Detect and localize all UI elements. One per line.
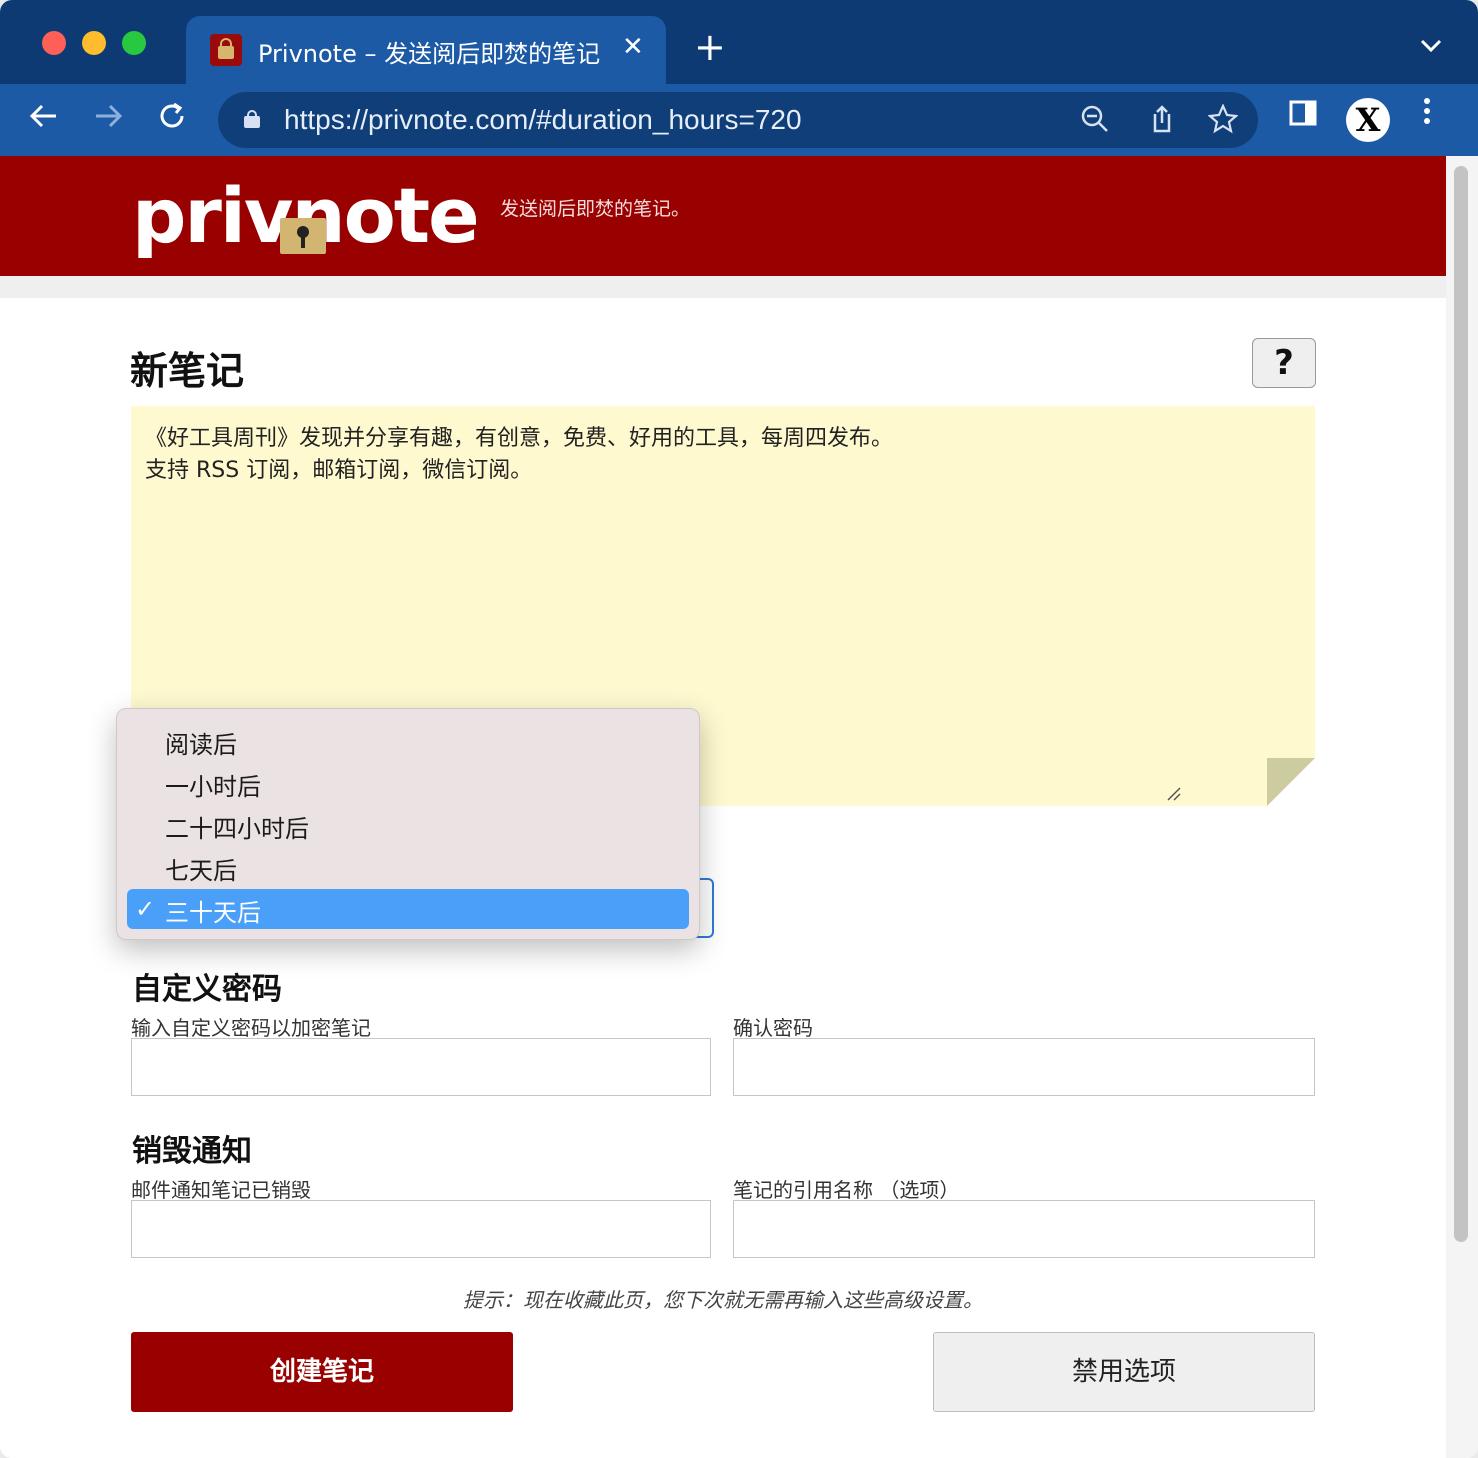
reference-name-input[interactable] [733, 1200, 1315, 1258]
password-label: 输入自定义密码以加密笔记 [131, 1016, 371, 1040]
checkmark-icon: ✓ [135, 895, 156, 923]
create-note-button[interactable]: 创建笔记 [131, 1332, 513, 1412]
address-bar[interactable]: https://privnote.com/#duration_hours=720 [218, 92, 1258, 148]
notify-section-title: 销毁通知 [132, 1134, 252, 1169]
expiry-option-selected[interactable]: ✓ 三十天后 [127, 889, 689, 929]
share-icon[interactable] [1146, 104, 1176, 141]
tab-search-chevron-icon[interactable] [1420, 34, 1442, 59]
reference-name-label: 笔记的引用名称 （选项） [733, 1178, 960, 1202]
expiry-dropdown-menu[interactable]: 阅读后 一小时后 二十四小时后 七天后 ✓ 三十天后 [116, 708, 700, 940]
browser-tab[interactable]: Privnote – 发送阅后即焚的笔记 ✕ [186, 16, 666, 84]
forward-icon[interactable] [92, 100, 124, 141]
back-icon[interactable] [28, 100, 60, 141]
expiry-option[interactable]: 阅读后 [127, 721, 689, 761]
kebab-menu-icon[interactable] [1422, 96, 1432, 134]
tab-close-icon[interactable]: ✕ [622, 32, 644, 62]
notify-email-input[interactable] [131, 1200, 711, 1258]
password-section-title: 自定义密码 [132, 972, 282, 1007]
site-header: privnote 发送阅后即焚的笔记。 [0, 156, 1446, 276]
confirm-password-label: 确认密码 [733, 1016, 813, 1040]
star-icon[interactable] [1207, 103, 1239, 141]
header-divider [0, 276, 1446, 298]
url-text[interactable]: https://privnote.com/#duration_hours=720 [284, 104, 802, 136]
x-extension-icon[interactable]: X [1346, 98, 1390, 142]
expiry-option[interactable]: 一小时后 [127, 763, 689, 803]
notify-email-label: 邮件通知笔记已销毁 [131, 1178, 311, 1202]
minimize-window-button[interactable] [82, 31, 106, 55]
browser-toolbar: https://privnote.com/#duration_hours=720… [0, 84, 1478, 156]
zoom-icon[interactable] [1080, 104, 1110, 141]
resize-handle-icon[interactable] [1166, 786, 1182, 806]
note-text-line: 《好工具周刊》发现并分享有趣，有创意，免费、好用的工具，每周四发布。 [145, 426, 894, 451]
browser-window: Privnote – 发送阅后即焚的笔记 ✕ + https://privnot… [0, 0, 1478, 1458]
privnote-favicon-icon [210, 34, 242, 66]
page-title: 新笔记 [130, 349, 245, 393]
padlock-icon [280, 218, 326, 254]
tab-strip: Privnote – 发送阅后即焚的笔记 ✕ + [0, 0, 1478, 84]
scrollbar-thumb[interactable] [1454, 166, 1468, 1242]
confirm-password-input[interactable] [733, 1038, 1315, 1096]
page-curl-icon [1267, 758, 1315, 806]
lock-icon[interactable] [244, 110, 260, 128]
maximize-window-button[interactable] [122, 31, 146, 55]
expiry-option[interactable]: 二十四小时后 [127, 805, 689, 845]
help-button[interactable]: ? [1252, 338, 1316, 388]
password-input[interactable] [131, 1038, 711, 1096]
bookmark-hint: 提示：现在收藏此页，您下次就无需再输入这些高级设置。 [463, 1288, 983, 1312]
page-viewport: privnote 发送阅后即焚的笔记。 新笔记 ? 《好工具周刊》发现并分享有趣… [0, 156, 1446, 1458]
reload-icon[interactable] [156, 100, 188, 141]
note-text-line: 支持 RSS 订阅，邮箱订阅，微信订阅。 [145, 458, 533, 483]
site-tagline: 发送阅后即焚的笔记。 [500, 198, 691, 220]
sidebar-icon[interactable] [1288, 98, 1318, 136]
new-tab-button[interactable]: + [694, 28, 726, 66]
expiry-option[interactable]: 七天后 [127, 847, 689, 887]
disable-options-button[interactable]: 禁用选项 [933, 1332, 1315, 1412]
close-window-button[interactable] [42, 31, 66, 55]
tab-title: Privnote – 发送阅后即焚的笔记 [258, 40, 601, 68]
